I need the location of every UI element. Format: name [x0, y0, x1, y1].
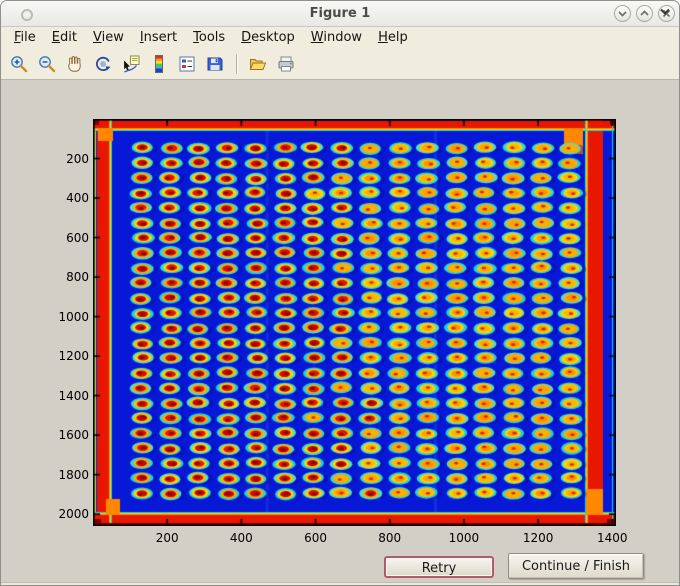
y-tick-label: 1200	[58, 349, 89, 364]
menu-item-tools[interactable]: Tools	[193, 30, 225, 45]
zoom-in-icon	[11, 55, 28, 72]
x-tick-label: 1200	[522, 531, 554, 545]
open-file-button[interactable]	[246, 52, 270, 76]
menu-item-file[interactable]: File	[14, 30, 36, 45]
maximize-button[interactable]	[636, 5, 653, 22]
menu-item-window[interactable]: Window	[311, 30, 362, 45]
continue-finish-button[interactable]: Continue / Finish	[508, 553, 644, 579]
toolbar-separator	[236, 53, 237, 74]
shade-button[interactable]	[614, 5, 631, 22]
printer-icon	[278, 56, 294, 71]
zoom-in-button[interactable]	[7, 52, 31, 76]
rotate-3d-button[interactable]	[91, 52, 115, 76]
y-tick-label: 1800	[58, 467, 89, 482]
y-tick-label: 800	[66, 270, 89, 285]
retry-button[interactable]: Retry	[384, 556, 494, 578]
x-tick-label: 400	[229, 531, 253, 545]
y-tick-label: 1400	[58, 388, 89, 403]
chevron-up-icon	[640, 10, 649, 16]
y-tick-label: 400	[66, 191, 89, 206]
y-tick-label: 1600	[58, 428, 89, 443]
menu-item-help[interactable]: Help	[378, 30, 408, 45]
legend-icon	[179, 56, 195, 71]
plot-area: 200 400 600 800 1000 1200 1400 1600 1800 2000 200 4…	[58, 119, 628, 545]
rotate-3d-icon	[96, 56, 111, 71]
y-tick-label: 2000	[58, 507, 89, 522]
zoom-out-icon	[39, 55, 56, 72]
x-tick-label: 600	[304, 531, 327, 545]
y-tick-label: 600	[66, 230, 89, 245]
x-tick-label: 800	[378, 531, 402, 545]
insert-legend-button[interactable]	[175, 52, 199, 76]
figure-window: Figure 1 File Edit View Insert Tools Desktop W…	[0, 0, 680, 586]
print-figure-button[interactable]	[274, 52, 298, 76]
titlebar[interactable]: Figure 1	[1, 1, 679, 27]
menubar-items: File Edit View Insert Tools Desktop Window Help	[1, 27, 679, 48]
data-cursor-button[interactable]	[119, 52, 143, 76]
insert-colorbar-button[interactable]	[147, 52, 171, 76]
menu-item-view[interactable]: View	[93, 30, 124, 45]
colorbar-icon	[155, 54, 163, 73]
x-tick-label: 1400	[597, 531, 628, 545]
menu-item-edit[interactable]: Edit	[52, 30, 77, 45]
zoom-out-button[interactable]	[35, 52, 59, 76]
x-tick-label: 200	[155, 531, 179, 545]
chevron-down-icon	[618, 11, 627, 17]
menu-item-desktop[interactable]: Desktop	[241, 30, 295, 45]
menu-item-insert[interactable]: Insert	[140, 30, 177, 45]
save-figure-button[interactable]	[203, 52, 227, 76]
pan-button[interactable]	[63, 52, 87, 76]
save-icon	[207, 57, 223, 70]
y-tick-label: 200	[66, 151, 89, 166]
plot-canvas[interactable]	[93, 119, 616, 526]
y-tick-label: 1000	[58, 309, 89, 324]
window-bottom-edge	[1, 582, 679, 585]
window-menu-icon[interactable]	[21, 9, 33, 21]
window-title: Figure 1	[309, 6, 371, 21]
x-tick-label: 1000	[448, 531, 480, 545]
menubar-overflow-icon[interactable]	[659, 6, 671, 18]
data-cursor-icon	[124, 55, 140, 73]
pan-hand-icon	[68, 55, 81, 72]
figure-canvas-area: 200 400 600 800 1000 1200 1400 1600 1800 2000 200 4…	[1, 80, 679, 585]
open-folder-icon	[249, 58, 267, 70]
figure-toolbar	[1, 48, 679, 80]
